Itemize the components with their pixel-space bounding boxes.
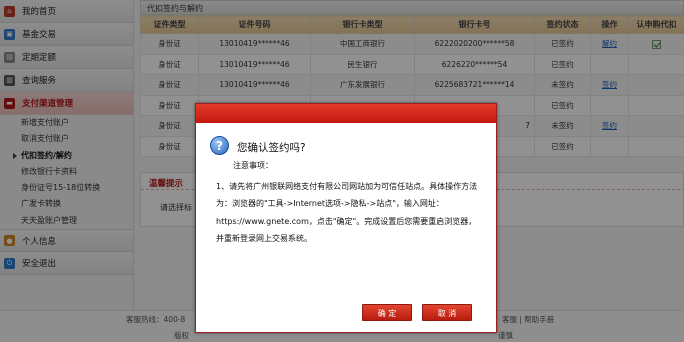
cancel-button[interactable]: 取 消 — [422, 304, 472, 321]
dialog-header — [196, 104, 496, 123]
dialog-title: 您确认签约吗? — [237, 142, 306, 154]
dialog-body-text: 1、请先将广州银联网络支付有限公司网站加为可信任站点。具体操作方法为：浏览器的"… — [216, 182, 478, 244]
confirm-sign-dialog: ? 您确认签约吗? 注意事项： 1、请先将广州银联网络支付有限公司网站加为可信任… — [195, 103, 497, 333]
dialog-note-label: 注意事项： — [233, 161, 273, 170]
question-icon: ? — [210, 136, 229, 155]
confirm-button[interactable]: 确 定 — [362, 304, 412, 321]
